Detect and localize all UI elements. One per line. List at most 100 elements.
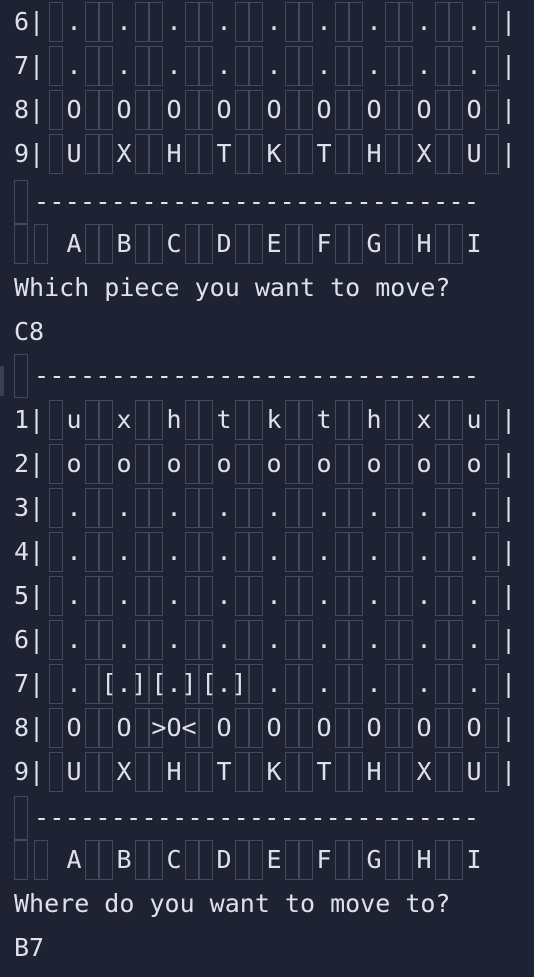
cell-border — [34, 224, 48, 264]
board-cell: . — [316, 581, 332, 610]
row-label: 9| — [14, 139, 45, 168]
board-cell: U — [66, 757, 82, 786]
board-cell: X — [116, 757, 132, 786]
board-cell: x — [116, 405, 132, 434]
board-row: 2| o o o o o o o o o | — [0, 442, 534, 486]
terminal-window[interactable]: 6|......... | 7|......... | 8| O O O O O O O O O | 9| U X… — [0, 0, 534, 977]
column-label: I — [466, 229, 482, 258]
row-label: 1| — [14, 405, 45, 434]
board-row: 7|......... | — [0, 44, 534, 88]
board-cell: . — [216, 625, 232, 654]
board-cell: k — [266, 405, 282, 434]
board-cell: T — [316, 757, 332, 786]
column-label: E — [266, 845, 282, 874]
board-cell: . — [316, 537, 332, 566]
row-end-pipe: | — [501, 139, 517, 168]
cell-border — [14, 840, 28, 880]
column-label: D — [216, 845, 232, 874]
board-cell: . — [416, 537, 432, 566]
board-cell: O — [266, 95, 282, 124]
board-cell: . — [416, 669, 432, 698]
board-cell: . — [66, 493, 82, 522]
user-input[interactable]: C8 — [14, 310, 534, 354]
board-cell: U — [66, 139, 82, 168]
board-divider: ----------------------------- — [0, 180, 534, 224]
board-cell: . — [466, 625, 482, 654]
board-cell: O — [416, 95, 432, 124]
board-cell: . — [216, 51, 232, 80]
board-cell: . — [366, 669, 382, 698]
board-cell: . — [466, 669, 482, 698]
scrollbar-marker[interactable] — [0, 366, 4, 396]
board-cell: O — [366, 713, 382, 742]
column-label: F — [316, 845, 332, 874]
board-row: 4|......... | — [0, 530, 534, 574]
row-end-pipe: | — [501, 493, 517, 522]
board-cell: K — [266, 757, 282, 786]
board-row: 8| O O >O< O O O O O O | — [0, 706, 534, 750]
board-cell: T — [316, 139, 332, 168]
board-cell: O — [466, 95, 482, 124]
row-label: 6| — [14, 625, 45, 654]
row-end-pipe: | — [501, 625, 517, 654]
cell-border — [34, 840, 48, 880]
board-divider: ----------------------------- — [0, 796, 534, 840]
row-end-pipe: | — [501, 7, 517, 36]
board-cell: O — [116, 95, 132, 124]
board-cell: . — [166, 625, 182, 654]
board-cell: O — [166, 95, 182, 124]
board-cell: h — [366, 405, 382, 434]
board-cell: X — [116, 139, 132, 168]
row-end-pipe: | — [501, 95, 517, 124]
board-row: 1| u x h t k t h x u | — [0, 398, 534, 442]
board-cell: . — [116, 7, 132, 36]
board-cell: . — [266, 7, 282, 36]
board-cell: . — [366, 51, 382, 80]
board-cell: . — [116, 625, 132, 654]
row-end-pipe: | — [501, 51, 517, 80]
board-cell: . — [366, 537, 382, 566]
board-cell: . — [466, 493, 482, 522]
board-cell: . — [266, 537, 282, 566]
board-cell: >O< — [151, 713, 197, 742]
board-cell: . — [466, 7, 482, 36]
board-cell: O — [266, 713, 282, 742]
prompt-text: Which piece you want to move? — [14, 273, 451, 302]
prompt-text: Where do you want to move to? — [14, 889, 451, 918]
board-cell: . — [366, 625, 382, 654]
column-label: H — [416, 229, 432, 258]
board-cell: o — [416, 449, 432, 478]
board-cell: . — [216, 581, 232, 610]
board-cell: . — [366, 581, 382, 610]
board-cell: . — [66, 537, 82, 566]
board-cell: u — [466, 405, 482, 434]
board-row: 8| O O O O O O O O O | — [0, 88, 534, 132]
board-cell: [.] — [101, 669, 147, 698]
row-label: 7| — [14, 51, 45, 80]
board-cell: . — [266, 581, 282, 610]
row-label: 3| — [14, 493, 45, 522]
board-cell: o — [216, 449, 232, 478]
row-label: 8| — [14, 95, 45, 124]
board-cell: o — [366, 449, 382, 478]
user-input[interactable]: B7 — [14, 926, 534, 970]
board-cell: . — [366, 7, 382, 36]
board-cell: u — [66, 405, 82, 434]
column-label: B — [116, 845, 132, 874]
column-label: B — [116, 229, 132, 258]
row-end-pipe: | — [501, 405, 517, 434]
board-cell: . — [66, 669, 82, 698]
board-cell: O — [466, 713, 482, 742]
divider-line: ----------------------------- — [34, 803, 480, 832]
board-cell: . — [266, 625, 282, 654]
board-cell: h — [166, 405, 182, 434]
board-cell: . — [466, 537, 482, 566]
board-cell: . — [316, 669, 332, 698]
board-cell: T — [216, 139, 232, 168]
board-cell: [.] — [201, 669, 247, 698]
board-cell: . — [366, 493, 382, 522]
column-label: G — [366, 845, 382, 874]
cursor-box — [14, 796, 28, 840]
column-label: C — [166, 845, 182, 874]
row-label: 5| — [14, 581, 45, 610]
